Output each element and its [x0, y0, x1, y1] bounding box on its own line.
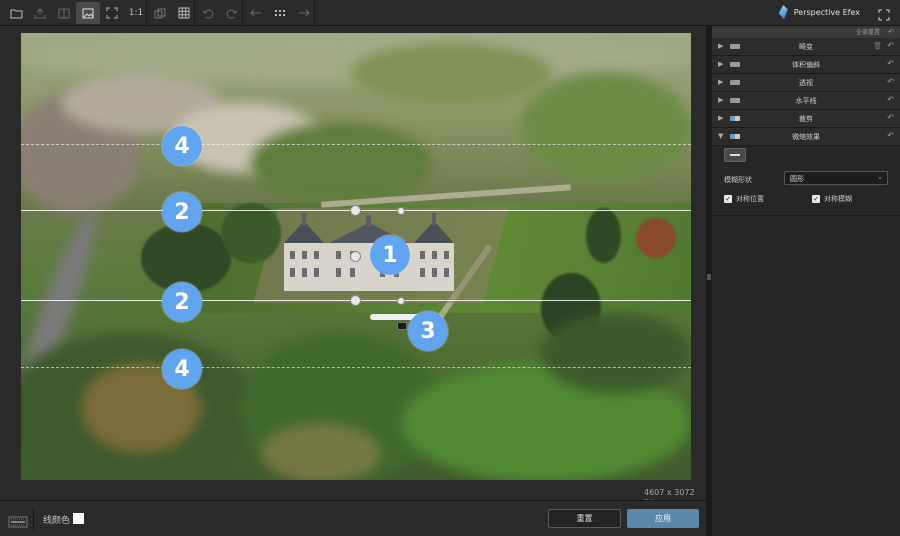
rotate-handle[interactable] [397, 297, 405, 305]
section-label: 微缩效果 [792, 133, 820, 141]
zoom-1-1-button[interactable]: 1:1 [124, 2, 148, 24]
section-distortion[interactable]: ▶ 畸变 🗑 ↶ [712, 38, 900, 56]
chateau [284, 213, 454, 291]
checkbox-checked-icon[interactable]: ✓ [812, 195, 820, 203]
rotate-handle[interactable] [397, 207, 405, 215]
zoom-label: 1:1 [128, 8, 144, 18]
undo-section-icon[interactable]: ↶ [887, 131, 894, 140]
blur-shape-select[interactable]: 圆形 ⌄ [784, 171, 888, 185]
symmetric-position-checkbox[interactable]: ✓ 对称位置 [724, 194, 764, 204]
tree [221, 203, 281, 263]
marker-focus-bottom: 2 [162, 282, 202, 322]
field-blur [521, 73, 691, 183]
marker-outer-blur-bottom: 4 [162, 349, 202, 389]
top-boundary-handle[interactable] [350, 205, 361, 216]
marker-center: 1 [370, 235, 410, 275]
export-icon[interactable] [28, 2, 52, 24]
panel-header: 全部重置 ↶ [712, 26, 900, 38]
fullscreen-icon[interactable] [878, 6, 890, 21]
compare-icon[interactable] [52, 2, 76, 24]
tree-blur [261, 423, 381, 480]
undo-section-icon[interactable]: ↶ [887, 95, 894, 104]
tree-blur [541, 313, 691, 393]
center-handle[interactable] [350, 251, 361, 262]
section-label: 体积偏斜 [792, 61, 820, 69]
miniature-settings: 模糊形状 圆形 ⌄ ✓ 对称位置 ✓ 对称模糊 [712, 146, 900, 216]
app-name: Perspective Efex [793, 7, 860, 17]
image-view-icon[interactable] [76, 2, 100, 24]
forward-arrow-icon[interactable] [292, 2, 316, 24]
field-blur [251, 123, 431, 203]
undo-section-icon[interactable]: ↶ [887, 59, 894, 68]
section-label: 水平线 [795, 97, 817, 105]
canvas-area: 4 2 1 2 3 4 4607 x 3072 px [0, 26, 706, 506]
open-folder-icon[interactable] [4, 2, 28, 24]
tree [586, 208, 621, 263]
back-arrow-icon[interactable] [244, 2, 268, 24]
outer-blur-boundary-bottom[interactable] [21, 367, 691, 368]
undo-section-icon[interactable]: ↶ [887, 113, 894, 122]
symmetric-blur-label: 对称模糊 [824, 195, 852, 203]
reset-all-button[interactable]: 全部重置 [856, 27, 880, 36]
bottom-separator [33, 507, 34, 531]
chevron-down-icon: ⌄ [877, 173, 883, 181]
symmetric-position-label: 对称位置 [736, 195, 764, 203]
toolbar-separator [314, 0, 315, 26]
section-crop[interactable]: ▶ 裁剪 ↶ [712, 110, 900, 128]
toolbar-separator [242, 0, 243, 26]
divider-grip-icon[interactable] [707, 274, 711, 280]
blur-shape-value: 圆形 [790, 175, 804, 183]
trash-icon[interactable]: 🗑 [873, 42, 882, 50]
filter-mode-icon[interactable] [8, 513, 28, 528]
section-label: 裁剪 [799, 115, 813, 123]
filmstrip-icon[interactable] [268, 2, 292, 24]
photo-preview[interactable]: 4 2 1 2 3 4 [21, 33, 691, 480]
marker-focus-top: 2 [162, 192, 202, 232]
toolbar-separator [146, 0, 147, 26]
undo-section-icon[interactable]: ↶ [887, 77, 894, 86]
app-logo-icon [778, 5, 788, 19]
toolbar: 1:1 Perspective Efex [0, 0, 900, 26]
grid-icon[interactable] [172, 2, 196, 24]
section-miniature[interactable]: ▼ 微缩效果 ↶ [712, 128, 900, 146]
bottom-bar: 线颜色 重置 应用 [0, 500, 706, 536]
blur-shape-label: 模糊形状 [724, 176, 752, 184]
symmetric-blur-checkbox[interactable]: ✓ 对称模糊 [812, 194, 852, 204]
section-volume-skew[interactable]: ▶ 体积偏斜 ↶ [712, 56, 900, 74]
section-perspective[interactable]: ▶ 透视 ↶ [712, 74, 900, 92]
adjustments-panel: 全部重置 ↶ ▶ 畸变 🗑 ↶ ▶ 体积偏斜 ↶ ▶ 透视 ↶ ▶ 水平线 ↶ [712, 26, 900, 536]
undo-icon[interactable] [196, 2, 220, 24]
overlay-icon[interactable] [148, 2, 172, 24]
toolbar-separator [194, 0, 195, 26]
checkbox-checked-icon[interactable]: ✓ [724, 195, 732, 203]
blur-strength-icon [397, 322, 407, 330]
reset-button[interactable]: 重置 [548, 509, 621, 528]
outer-blur-boundary-top[interactable] [21, 144, 691, 145]
redo-icon[interactable] [220, 2, 244, 24]
app-window: 1:1 Perspective Efex 4 2 1 2 3 4 4607 x … [0, 0, 900, 536]
bottom-boundary-handle[interactable] [350, 295, 361, 306]
apply-button[interactable]: 应用 [627, 509, 699, 528]
far-field-blur [351, 43, 551, 103]
line-color-label: 线颜色 [43, 516, 71, 526]
section-label: 畸变 [799, 43, 813, 51]
section-horizon[interactable]: ▶ 水平线 ↶ [712, 92, 900, 110]
marker-blur-strength: 3 [408, 311, 448, 351]
marker-outer-blur-top: 4 [162, 126, 202, 166]
line-color-swatch[interactable] [73, 513, 84, 524]
fit-to-screen-icon[interactable] [100, 2, 124, 24]
undo-section-icon[interactable]: ↶ [887, 41, 894, 50]
tree [636, 218, 676, 258]
section-label: 透视 [799, 79, 813, 87]
blur-shape-preset-icon[interactable] [724, 148, 746, 162]
brand: Perspective Efex [778, 5, 860, 19]
reset-all-icon[interactable]: ↶ [888, 28, 894, 36]
